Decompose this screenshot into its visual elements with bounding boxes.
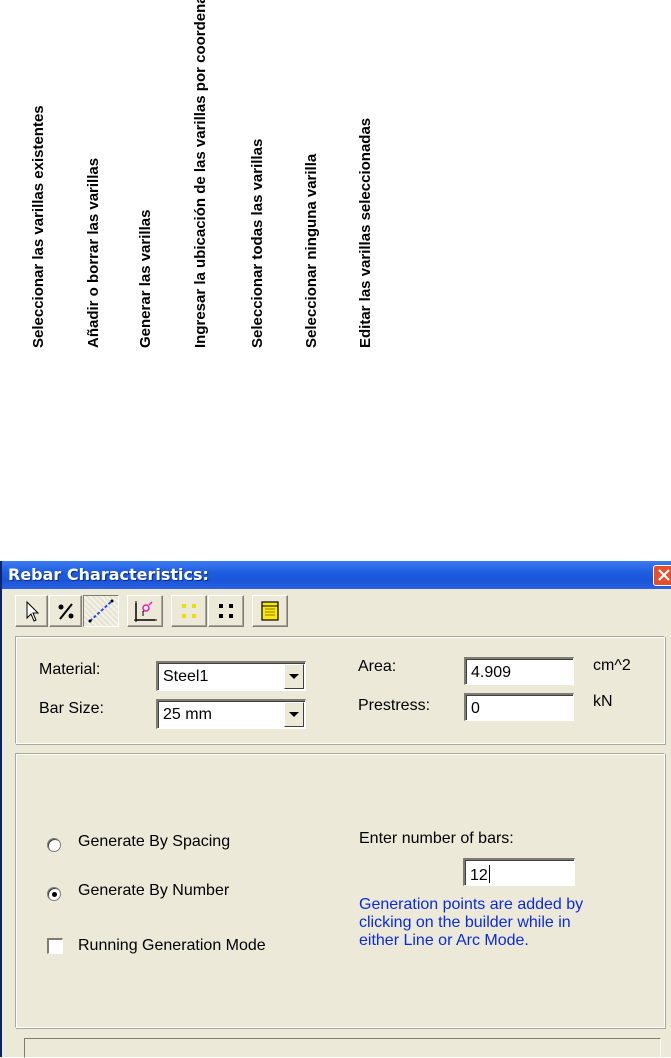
annotation-generate: Generar las varillas — [137, 209, 154, 348]
annotation-edit-selected: Editar las varillas seleccionadas — [357, 117, 374, 348]
window-title: Rebar Characteristics: — [8, 565, 209, 584]
annotation-select-existing: Seleccionar las varillas existentes — [30, 105, 47, 348]
text-cursor — [488, 865, 490, 883]
generate-by-number-label[interactable]: Generate By Number — [78, 882, 229, 900]
properties-group: Material: Steel1 Bar Size: 25 mm Area: 4… — [15, 636, 665, 744]
generate-line-icon — [88, 599, 114, 623]
hint-line-1: Generation points are added by — [359, 896, 584, 913]
annotation-select-all: Seleccionar todas las varillas — [249, 138, 266, 348]
select-none-button[interactable] — [208, 595, 244, 627]
bar-size-value: 25 mm — [163, 706, 212, 723]
select-arrow-icon — [26, 600, 40, 622]
coordinate-input-icon — [134, 601, 157, 622]
select-none-icon — [219, 604, 233, 618]
close-icon — [658, 569, 670, 581]
area-unit: cm^2 — [593, 657, 631, 674]
generate-by-number-radio[interactable] — [47, 887, 61, 901]
bar-size-select[interactable]: 25 mm — [156, 699, 306, 729]
material-value: Steel1 — [163, 668, 209, 685]
prestress-label: Prestress: — [358, 697, 431, 714]
status-bar — [24, 1038, 661, 1058]
chevron-down-icon — [289, 712, 299, 717]
material-select[interactable]: Steel1 — [156, 661, 306, 691]
select-rebars-button[interactable] — [15, 595, 48, 627]
area-value: 4.909 — [471, 664, 512, 681]
add-delete-icon — [58, 603, 74, 620]
title-bar[interactable]: Rebar Characteristics: — [2, 561, 671, 589]
number-of-bars-value: 12 — [470, 865, 490, 884]
select-all-rebars-button[interactable] — [171, 595, 207, 627]
prestress-field[interactable]: 0 — [464, 693, 574, 721]
bar-size-label: Bar Size: — [39, 700, 104, 717]
bar-size-dropdown-button[interactable] — [284, 702, 304, 727]
number-of-bars-label: Enter number of bars: — [359, 830, 514, 847]
prestress-unit: kN — [593, 693, 613, 710]
edit-selected-icon — [261, 601, 279, 621]
generate-by-spacing-radio[interactable] — [47, 838, 61, 852]
prestress-value: 0 — [471, 700, 480, 717]
material-dropdown-button[interactable] — [284, 664, 304, 689]
annotation-coordinates: Ingresar la ubicación de las varillas po… — [192, 0, 209, 348]
running-generation-label[interactable]: Running Generation Mode — [78, 937, 266, 955]
close-button[interactable] — [653, 565, 671, 586]
rebar-characteristics-window: Rebar Characteristics: Material: Steel1 … — [0, 561, 671, 1058]
add-delete-rebars-button[interactable] — [49, 595, 82, 627]
material-label: Material: — [39, 661, 101, 678]
coordinate-input-button[interactable] — [127, 595, 163, 627]
area-field[interactable]: 4.909 — [464, 657, 574, 685]
annotation-select-none: Seleccionar ninguna varilla — [303, 153, 320, 348]
chevron-down-icon — [289, 674, 299, 679]
number-of-bars-field[interactable]: 12 — [463, 858, 575, 886]
generate-by-spacing-label[interactable]: Generate By Spacing — [78, 833, 230, 851]
area-label: Area: — [358, 658, 397, 675]
select-all-icon — [182, 604, 196, 618]
running-generation-checkbox[interactable] — [47, 938, 63, 954]
generation-group: Generate By Spacing Generate By Number R… — [15, 753, 665, 1028]
radio-selected-dot — [52, 892, 57, 897]
edit-selected-rebars-button[interactable] — [252, 595, 288, 627]
generate-rebars-button[interactable] — [83, 595, 119, 627]
annotation-add-delete: Añadir o borrar las varillas — [85, 157, 102, 348]
hint-line-2: clicking on the builder while in — [359, 914, 571, 931]
hint-line-3: either Line or Arc Mode. — [359, 932, 529, 949]
